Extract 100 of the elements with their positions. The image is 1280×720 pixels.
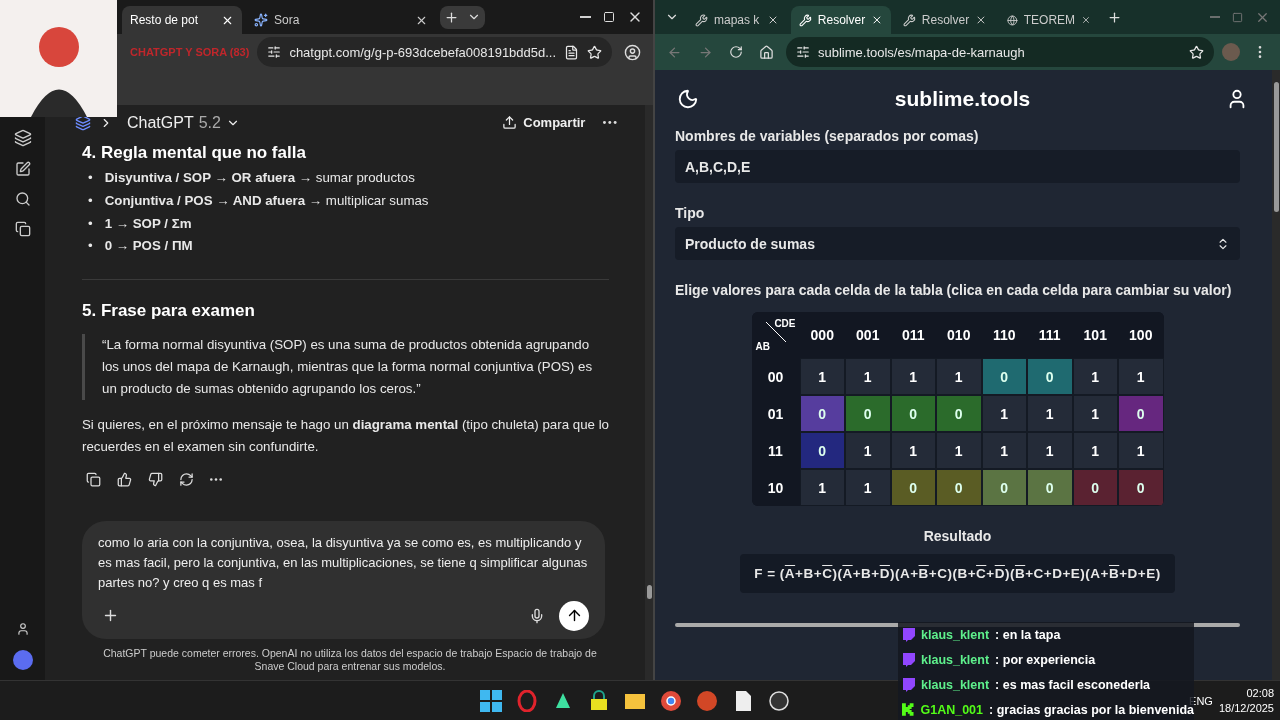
close-icon[interactable] [871, 14, 883, 26]
field-label: Tipo [675, 205, 706, 221]
map-cell[interactable]: 1 [890, 432, 936, 469]
map-cell[interactable]: 1 [845, 432, 891, 469]
map-cell[interactable]: 0 [1072, 469, 1118, 506]
map-cell[interactable]: 1 [845, 358, 891, 395]
map-cell[interactable]: 0 [936, 469, 982, 506]
map-cell[interactable]: 0 [890, 469, 936, 506]
bullet-item: 0 → POS / ΠM [104, 237, 193, 256]
map-cell[interactable]: 1 [936, 432, 982, 469]
map-cell[interactable]: 1 [1027, 432, 1073, 469]
globe-icon [1007, 13, 1018, 27]
disclaimer-text: ChatGPT puede cometer errores. OpenAI no utiliza los datos del espacio de trabajo Espacio de trabajo de Snave Cloud para entrenar sus modelos. [102, 645, 598, 675]
language-indicator[interactable]: ENG [1189, 694, 1213, 707]
star-icon[interactable] [587, 44, 603, 60]
map-cell[interactable]: 1 [845, 469, 891, 506]
new-chat-icon[interactable] [14, 161, 31, 177]
quote-text: “La forma normal disyuntiva (SOP) es una suma de productos obtenida agrupando los unos del mapa de Karnaugh, mientras que la forma normal conjuntiva (POS) es un producto de sumas obtenido agrupando los ceros.” [102, 336, 594, 398]
close-icon[interactable] [1081, 14, 1091, 26]
map-cell[interactable]: 1 [799, 358, 845, 395]
map-cell[interactable]: 1 [1072, 358, 1118, 395]
result-formula: F = (A+B+C)(A+B+D)(A+B+C)(B+C+D)(B+C+D+E)(A+B+D+E) [740, 554, 1175, 593]
select-field[interactable]: Producto de sumas [675, 227, 1240, 260]
bullet-item: Disyuntiva / SOP → OR afuera → sumar productos [104, 169, 415, 188]
map-cell[interactable]: 0 [981, 469, 1027, 506]
map-cell[interactable]: 0 [890, 395, 936, 432]
input-text[interactable]: como lo aria con la conjuntiva, osea, la disyuntiva ya se como es, es multiplicando y es mas facil, pero la conjuntiva, en las multiplicaciones, se tiene q simplificar algunas partes no? y creo q es mas f [98, 532, 589, 597]
send-button[interactable] [559, 600, 589, 631]
browser-tab[interactable]: Resolver [895, 6, 995, 34]
map-cell[interactable]: 1 [799, 469, 845, 506]
map-cell[interactable]: 1 [936, 358, 982, 395]
map-cell[interactable]: 0 [1118, 469, 1164, 506]
close-icon[interactable] [975, 14, 987, 26]
clock[interactable]: 02:08 18/12/2025 [1218, 686, 1274, 715]
bullet-item: Conjuntiva / POS → AND afuera → multiplicar sumas [104, 191, 429, 210]
map-cell[interactable]: 0 [1027, 469, 1073, 506]
chat-message: klaus_klent : por experiencia [898, 647, 1194, 672]
bullet-marker: • [88, 237, 93, 256]
model-selector[interactable]: ChatGPT 5.2 [121, 112, 246, 133]
bullet-marker: • [88, 169, 93, 188]
share-icon [502, 115, 518, 130]
browser-tab[interactable]: TEOREM [999, 6, 1099, 34]
wrench-icon [799, 13, 812, 27]
wrench-icon [903, 13, 916, 27]
map-cell[interactable]: 1 [1072, 432, 1118, 469]
scrollbar-thumb[interactable] [1273, 82, 1279, 212]
chat-bubble-icon [902, 652, 915, 667]
input-field[interactable]: A,B,C,D,E [675, 150, 1240, 183]
copy-icon [86, 471, 101, 487]
minimize-icon [1209, 16, 1220, 18]
map-cell[interactable]: 1 [1118, 358, 1164, 395]
maximize-icon [1232, 11, 1243, 23]
site-title[interactable]: sublime.tools [703, 87, 1222, 111]
maximize-icon [603, 11, 615, 23]
map-cell[interactable]: 1 [981, 432, 1027, 469]
windows-start-icon[interactable] [480, 689, 502, 712]
dots-icon [603, 121, 617, 124]
address-bar[interactable]: chatgpt.com/g/g-p-693dcebefa008191bdd5d... [257, 37, 613, 67]
plus-icon [444, 9, 459, 25]
browser-tab[interactable]: Sora [246, 6, 436, 34]
ring-icon[interactable] [516, 689, 538, 712]
map-cell[interactable]: 0 [845, 395, 891, 432]
field-label: Nombres de variables (separados por comas) [675, 128, 980, 144]
map-cell[interactable]: 0 [936, 395, 982, 432]
map-cell[interactable]: 1 [1118, 432, 1164, 469]
map-cell[interactable]: 0 [799, 395, 845, 432]
map-cell[interactable]: 1 [1027, 395, 1073, 432]
browser-tab[interactable]: mapas k [687, 6, 787, 34]
chat-message: klaus_klent : en la tapa [898, 622, 1194, 647]
map-cell[interactable]: 0 [799, 432, 845, 469]
lock-icon[interactable] [588, 689, 610, 712]
map-cell[interactable]: 1 [981, 395, 1027, 432]
workspace-avatar-icon[interactable] [12, 650, 33, 670]
wrench-icon [695, 13, 708, 27]
section-heading: 5. Frase para examen [82, 299, 256, 322]
letter-k-icon [902, 703, 915, 716]
map-cell[interactable]: 1 [1072, 395, 1118, 432]
map-cell[interactable]: 0 [1027, 358, 1073, 395]
chat-message: klaus_klent : es mas facil esconederla [898, 672, 1194, 697]
map-cell[interactable]: 0 [1118, 395, 1164, 432]
bullet-item: 1 → SOP / Σm [104, 214, 192, 233]
close-icon[interactable] [767, 14, 779, 26]
map-cell[interactable]: 1 [890, 358, 936, 395]
address-bar[interactable]: sublime.tools/es/mapa-de-karnaugh [786, 37, 1214, 67]
star-icon[interactable] [1189, 44, 1204, 60]
minimize-icon [579, 16, 591, 18]
bullet-marker: • [88, 191, 93, 210]
search-icon[interactable] [14, 191, 31, 207]
share-button[interactable]: Compartir [496, 114, 592, 131]
site-settings-icon [267, 45, 282, 59]
instruction-text: Elige valores para cada celda de la tabla (clica en cada celda para cambiar su valor) [675, 282, 1233, 298]
map-cell[interactable]: 0 [981, 358, 1027, 395]
result-label: Resultado [923, 528, 992, 544]
browser-tab[interactable]: Resto de pot [122, 6, 242, 34]
moon-icon [677, 88, 699, 110]
bullet-marker: • [88, 214, 93, 233]
message-input[interactable] [82, 520, 605, 639]
scrollbar-thumb[interactable] [646, 585, 652, 599]
browser-tab[interactable]: Resolver [791, 6, 891, 34]
plus-icon [1107, 9, 1122, 25]
